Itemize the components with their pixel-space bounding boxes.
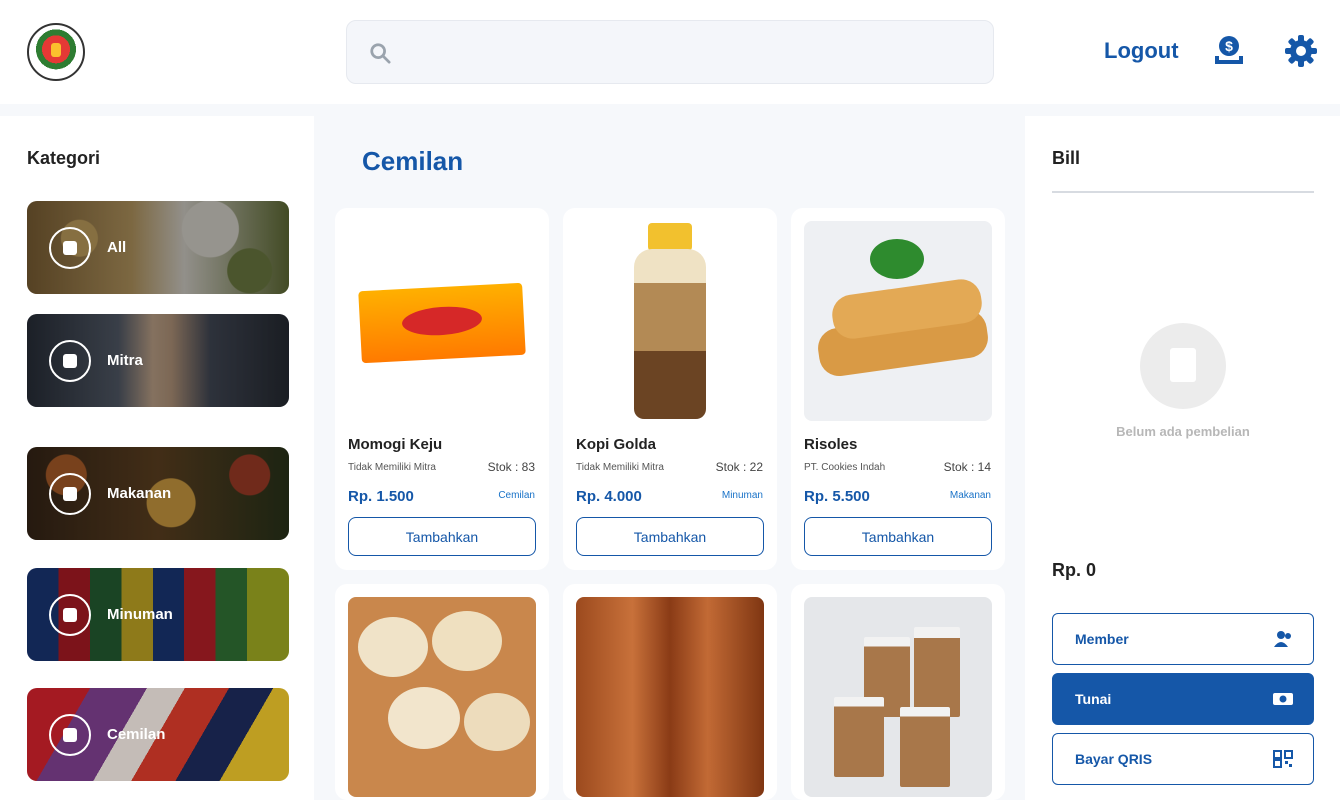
category-title: Kategori bbox=[27, 148, 101, 168]
receipt-icon bbox=[1140, 323, 1226, 409]
product-card bbox=[563, 584, 777, 800]
svg-text:$: $ bbox=[1225, 38, 1233, 54]
search-icon bbox=[370, 43, 391, 64]
category-label: Makanan bbox=[107, 485, 172, 502]
page-title: Cemilan bbox=[362, 146, 464, 176]
category-label: Mitra bbox=[107, 352, 143, 369]
product-card: Risoles PT. Cookies Indah Stok : 14 Rp. … bbox=[791, 208, 1005, 570]
product-image bbox=[804, 597, 992, 797]
bill-title: Bill bbox=[1052, 148, 1081, 168]
product-name: Risoles bbox=[804, 436, 858, 453]
category-label: Minuman bbox=[107, 606, 173, 623]
snack-icon bbox=[63, 728, 77, 742]
product-seller: Tidak Memiliki Mitra bbox=[348, 462, 436, 473]
product-card: Kopi Golda Tidak Memiliki Mitra Stok : 2… bbox=[563, 208, 777, 570]
search-input[interactable] bbox=[403, 21, 983, 83]
category-makanan[interactable]: Makanan bbox=[27, 447, 289, 540]
product-stock: Stok : 22 bbox=[715, 460, 763, 474]
category-cemilan[interactable]: Cemilan bbox=[27, 688, 289, 781]
logo bbox=[27, 23, 85, 81]
food-icon bbox=[63, 487, 77, 501]
category-mitra[interactable]: Mitra bbox=[27, 314, 289, 407]
add-to-cart-button[interactable]: Tambahkan bbox=[576, 517, 764, 556]
bill-total: Rp. 0 bbox=[1052, 560, 1097, 580]
category-minuman[interactable]: Minuman bbox=[27, 568, 289, 661]
handshake-icon bbox=[63, 354, 77, 368]
payment-label: Bayar QRIS bbox=[1075, 751, 1153, 767]
product-price: Rp. 1.500 bbox=[348, 488, 414, 505]
product-name: Kopi Golda bbox=[576, 436, 656, 453]
product-image bbox=[348, 597, 536, 797]
dollar-tray-icon[interactable]: $ bbox=[1212, 34, 1246, 68]
product-stock: Stok : 83 bbox=[487, 460, 535, 474]
product-image bbox=[348, 221, 536, 421]
category-label: All bbox=[107, 239, 127, 256]
product-card bbox=[791, 584, 1005, 800]
qr-code-icon bbox=[1273, 750, 1293, 768]
logout-button[interactable]: Logout bbox=[1104, 38, 1179, 64]
product-image bbox=[576, 597, 764, 797]
product-stock: Stok : 14 bbox=[943, 460, 991, 474]
cash-button[interactable]: Tunai bbox=[1052, 673, 1314, 725]
users-icon bbox=[1274, 631, 1291, 647]
product-price: Rp. 5.500 bbox=[804, 488, 870, 505]
qris-button[interactable]: Bayar QRIS bbox=[1052, 733, 1314, 785]
add-to-cart-button[interactable]: Tambahkan bbox=[804, 517, 992, 556]
category-label: Cemilan bbox=[107, 726, 166, 743]
search-bar[interactable] bbox=[346, 20, 994, 84]
top-header: Logout $ bbox=[0, 0, 1340, 104]
add-to-cart-button[interactable]: Tambahkan bbox=[348, 517, 536, 556]
product-image bbox=[804, 221, 992, 421]
divider bbox=[1052, 191, 1314, 193]
product-card bbox=[335, 584, 549, 800]
product-category: Cemilan bbox=[498, 490, 535, 501]
product-category: Minuman bbox=[721, 490, 763, 501]
product-seller: PT. Cookies Indah bbox=[804, 462, 886, 473]
drink-icon bbox=[63, 608, 77, 622]
product-card: Momogi Keju Tidak Memiliki Mitra Stok : … bbox=[335, 208, 549, 570]
product-name: Momogi Keju bbox=[348, 436, 443, 453]
product-image bbox=[576, 221, 764, 421]
box-icon bbox=[63, 241, 77, 255]
money-icon bbox=[1273, 693, 1293, 705]
empty-bill-text: Belum ada pembelian bbox=[1116, 424, 1250, 439]
gear-icon[interactable] bbox=[1284, 34, 1318, 68]
category-panel: Kategori All Mitra Makanan Minuman Cemil… bbox=[0, 116, 314, 800]
product-seller: Tidak Memiliki Mitra bbox=[576, 462, 664, 473]
payment-label: Tunai bbox=[1075, 691, 1112, 707]
member-button[interactable]: Member bbox=[1052, 613, 1314, 665]
category-all[interactable]: All bbox=[27, 201, 289, 294]
product-category: Makanan bbox=[949, 490, 991, 501]
payment-label: Member bbox=[1075, 631, 1129, 647]
bill-panel: Bill Belum ada pembelian Rp. 0 Member Tu… bbox=[1025, 116, 1340, 800]
product-price: Rp. 4.000 bbox=[576, 488, 642, 505]
